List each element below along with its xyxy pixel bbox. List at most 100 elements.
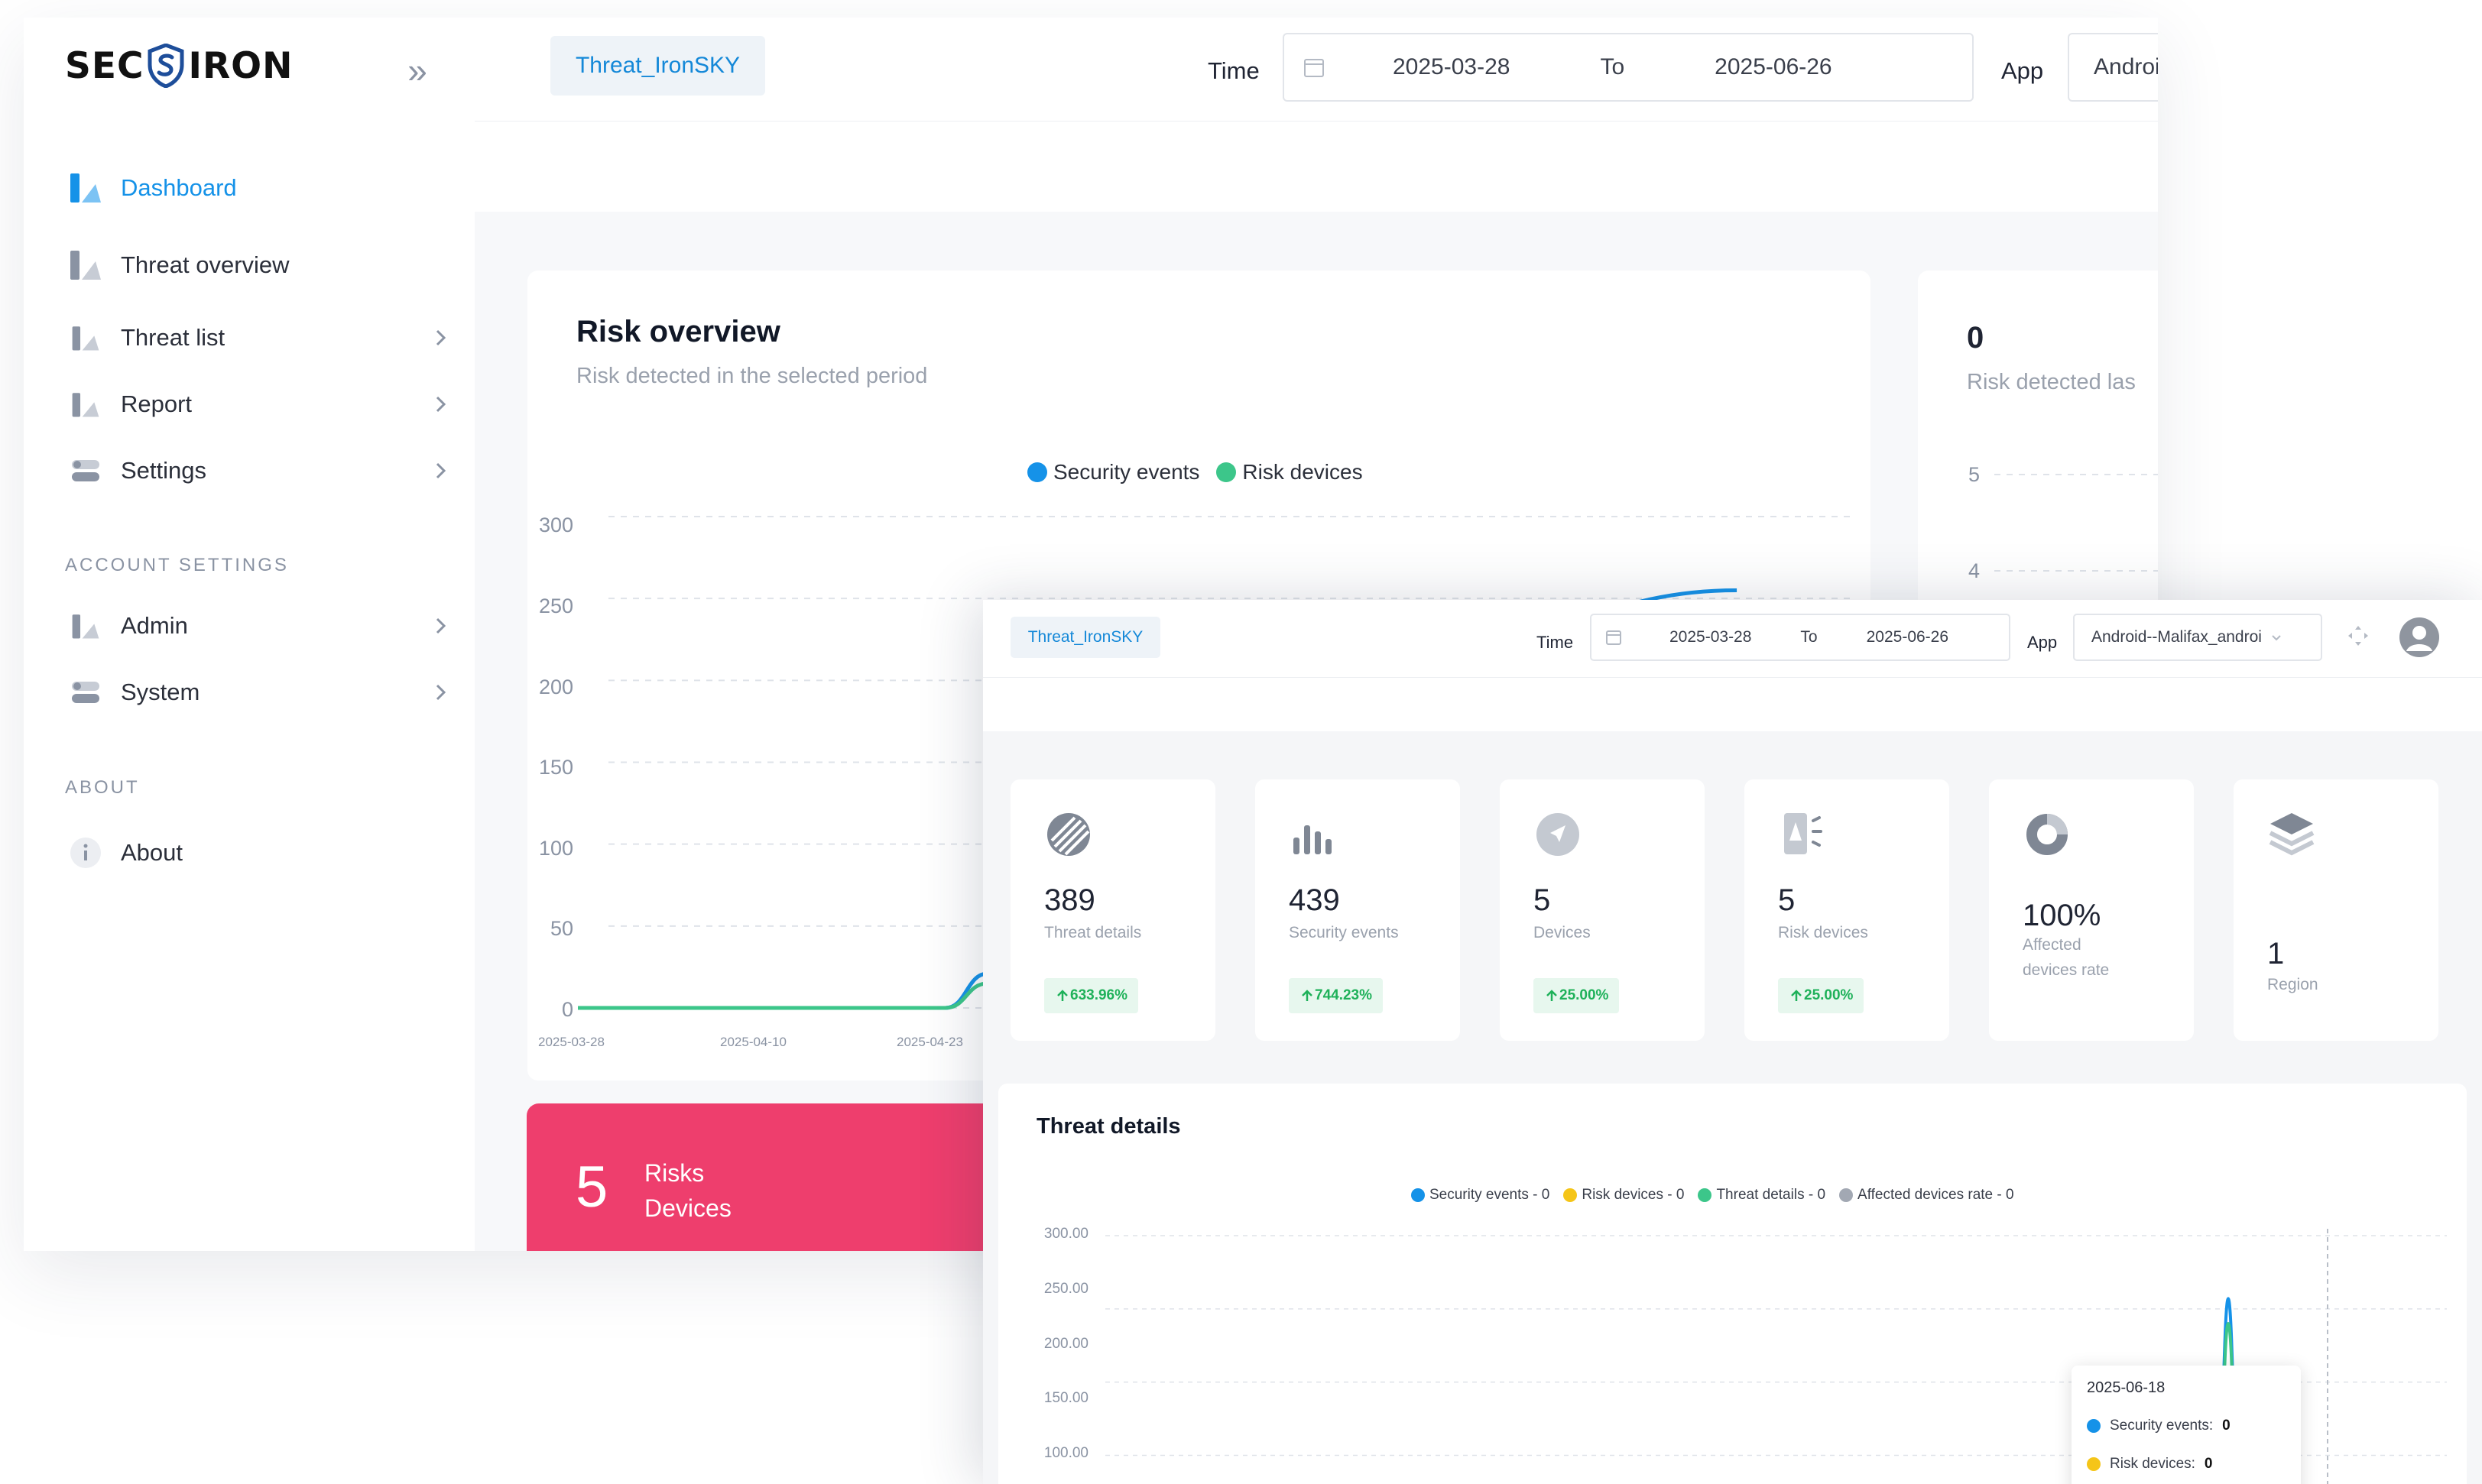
risk-devices-label: Risks Devices bbox=[644, 1155, 732, 1226]
stat-value: 439 bbox=[1289, 883, 1340, 917]
bar-chart-icon bbox=[1293, 825, 1332, 854]
app-label: App bbox=[2001, 57, 2044, 84]
topbar: Threat_IronSKY Time 2025-03-28 To 2025-0… bbox=[475, 18, 2158, 122]
stat-change-badge: 25.00% bbox=[1778, 978, 1864, 1013]
date-from: 2025-03-28 bbox=[1393, 54, 1510, 79]
stat-change-value: 25.00% bbox=[1559, 987, 1609, 1003]
stat-label: Affected devices rate bbox=[2023, 932, 2109, 983]
sidebar-item-threat-overview[interactable]: Threat overview bbox=[67, 242, 465, 288]
tooltip-dot bbox=[2087, 1457, 2101, 1471]
sidebar-item-label: About bbox=[121, 839, 183, 866]
dashboard-icon bbox=[67, 170, 104, 206]
stat-value: 389 bbox=[1044, 883, 1095, 917]
toggle-icon bbox=[67, 452, 104, 489]
date-to-label: To bbox=[1600, 54, 1625, 79]
sidebar-item-label: Threat list bbox=[121, 324, 225, 351]
collapse-sidebar-icon[interactable]: » bbox=[398, 51, 436, 89]
about-title: ABOUT bbox=[65, 777, 140, 798]
series-line-risk-devices bbox=[578, 981, 1017, 1010]
donut-icon bbox=[2026, 814, 2068, 855]
chart-tooltip: 2025-06-18 Security events: 0 Risk devic… bbox=[2072, 1366, 2301, 1484]
x-tick: 2025-04-23 bbox=[897, 1035, 963, 1049]
tooltip-date: 2025-06-18 bbox=[2087, 1379, 2166, 1396]
date-to: 2025-06-26 bbox=[1866, 628, 1949, 646]
stat-change-value: 744.23% bbox=[1315, 987, 1373, 1003]
x-tick: 2025-03-28 bbox=[538, 1035, 605, 1049]
stat-card-security-events[interactable]: 439 Security events 744.23% bbox=[1255, 779, 1460, 1041]
stat-card-risk-devices[interactable]: 5 Risk devices 25.00% bbox=[1744, 779, 1949, 1041]
brand-left: SEC bbox=[65, 44, 144, 87]
arrow-up-icon bbox=[1546, 990, 1557, 1001]
stat-change-value: 25.00% bbox=[1804, 987, 1854, 1003]
app-select[interactable]: Android bbox=[2068, 33, 2158, 102]
threat-overview-icon bbox=[67, 247, 104, 284]
stat-label: Risk devices bbox=[1778, 924, 1868, 941]
sidebar-item-system[interactable]: System bbox=[67, 669, 465, 715]
sidebar-item-report[interactable]: Report bbox=[67, 381, 465, 427]
arrow-up-icon bbox=[1057, 990, 1068, 1001]
stat-change-badge: 744.23% bbox=[1289, 978, 1384, 1013]
brand-right: IRON bbox=[188, 44, 294, 87]
date-range-picker[interactable]: 2025-03-28 To 2025-06-26 bbox=[1283, 33, 1974, 102]
stat-label: Threat details bbox=[1044, 924, 1142, 941]
app-select[interactable]: Android--Malifax_androi bbox=[2073, 614, 2322, 661]
org-tag[interactable]: Threat_IronSKY bbox=[550, 36, 765, 96]
sidebar-item-about[interactable]: About bbox=[67, 830, 465, 876]
report-icon bbox=[67, 386, 104, 423]
calendar-icon bbox=[1304, 59, 1324, 77]
account-settings-title: ACCOUNT SETTINGS bbox=[65, 555, 289, 575]
stat-change-badge: 633.96% bbox=[1044, 978, 1139, 1013]
sidebar-item-label: Threat overview bbox=[121, 251, 290, 278]
x-tick: 2025-04-10 bbox=[720, 1035, 787, 1049]
sub-topbar bbox=[983, 678, 2482, 731]
app-label: App bbox=[2027, 633, 2058, 652]
stat-value: 5 bbox=[1778, 883, 1796, 917]
stat-label-line2: devices rate bbox=[2023, 961, 2110, 979]
toggle-icon bbox=[67, 674, 104, 711]
sidebar-item-dashboard[interactable]: Dashboard bbox=[67, 165, 465, 211]
sidebar-item-threat-list[interactable]: Threat list bbox=[67, 315, 465, 361]
stat-change-badge: 25.00% bbox=[1533, 978, 1620, 1013]
stat-card-threat-details[interactable]: 389 Threat details 633.96% bbox=[1011, 779, 1215, 1041]
shield-icon bbox=[148, 44, 184, 88]
calendar-icon bbox=[1606, 630, 1621, 645]
compass-icon bbox=[1536, 813, 1579, 856]
tooltip-row-risk-devices: Risk devices: 0 bbox=[2087, 1456, 2213, 1473]
info-icon bbox=[67, 834, 104, 871]
sidebar: SEC IRON » Dashboard Threat overview Thr bbox=[24, 18, 475, 1251]
sidebar-item-label: Settings bbox=[121, 457, 207, 484]
sidebar-item-label: Admin bbox=[121, 612, 188, 639]
sidebar-item-settings[interactable]: Settings bbox=[67, 448, 465, 494]
user-avatar[interactable] bbox=[2399, 617, 2440, 658]
threat-details-icon bbox=[1047, 813, 1090, 856]
arrow-up-icon bbox=[1791, 990, 1802, 1001]
chevron-down-icon bbox=[2272, 635, 2281, 641]
stat-card-region[interactable]: 1 Region bbox=[2234, 779, 2438, 1041]
chevron-right-icon bbox=[436, 396, 446, 413]
stat-label: Devices bbox=[1533, 924, 1591, 941]
stat-card-devices[interactable]: 5 Devices 25.00% bbox=[1500, 779, 1705, 1041]
dashboard-window-front: Threat_IronSKY Time 2025-03-28 To 2025-0… bbox=[983, 600, 2482, 1484]
brand-logo[interactable]: SEC IRON bbox=[65, 44, 293, 88]
stat-label-line1: Affected bbox=[2023, 936, 2081, 954]
risk-devices-card[interactable]: 5 Risks Devices bbox=[527, 1103, 1008, 1251]
phone-alert-icon bbox=[1784, 813, 1822, 854]
stat-label: Region bbox=[2267, 976, 2318, 993]
app-select-value: Android bbox=[2094, 54, 2158, 79]
sidebar-item-label: System bbox=[121, 679, 200, 705]
sidebar-item-admin[interactable]: Admin bbox=[67, 603, 465, 649]
chevron-right-icon bbox=[436, 684, 446, 701]
arrow-up-icon bbox=[1302, 990, 1312, 1001]
sidebar-item-label: Report bbox=[121, 390, 193, 417]
sub-topbar bbox=[475, 122, 2158, 212]
tooltip-dot bbox=[2087, 1419, 2101, 1433]
expand-icon[interactable] bbox=[2345, 623, 2371, 649]
stat-card-affected-devices-rate[interactable]: 100% Affected devices rate bbox=[1989, 779, 2194, 1041]
date-range-picker[interactable]: 2025-03-28 To 2025-06-26 bbox=[1590, 614, 2010, 661]
org-tag[interactable]: Threat_IronSKY bbox=[1011, 617, 1160, 658]
app-select-value: Android--Malifax_androi bbox=[2091, 628, 2262, 646]
chevron-right-icon bbox=[436, 462, 446, 479]
stat-label: Security events bbox=[1289, 924, 1399, 941]
time-label: Time bbox=[1208, 57, 1260, 84]
tooltip-row-security-events: Security events: 0 bbox=[2087, 1418, 2231, 1434]
